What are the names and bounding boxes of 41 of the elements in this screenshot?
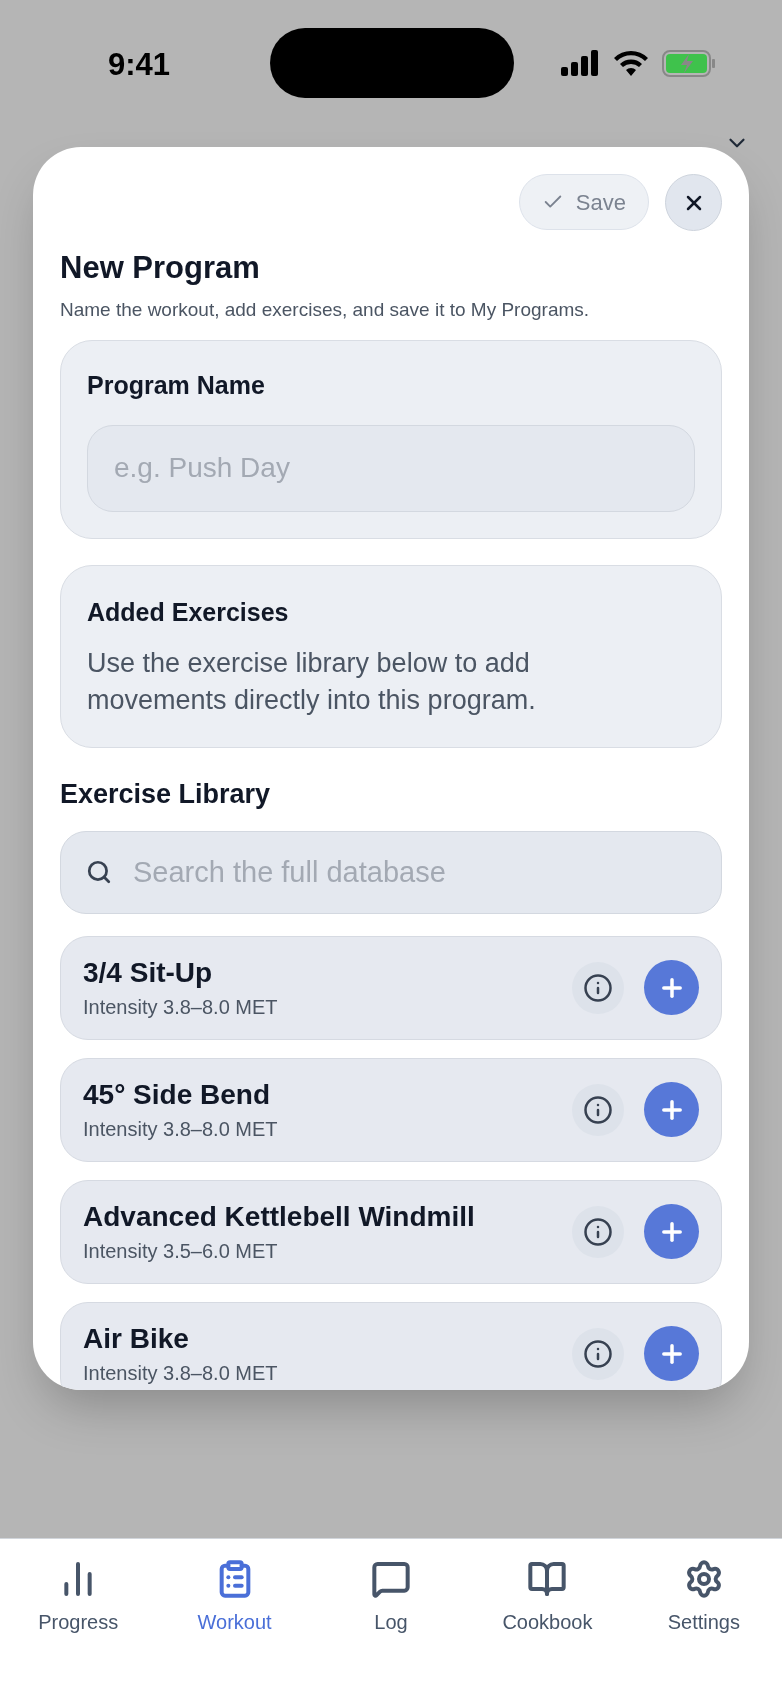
info-icon: [583, 1094, 613, 1125]
exercise-intensity: Intensity 3.8–8.0 MET: [83, 1360, 279, 1385]
added-exercises-title: Added Exercises: [87, 596, 290, 628]
exercise-row[interactable]: Air Bike Intensity 3.8–8.0 MET: [60, 1301, 722, 1390]
exercise-name: 45° Side Bend: [83, 1078, 272, 1111]
chat-bubble-icon: [371, 1559, 411, 1599]
tab-item[interactable]: Settings: [625, 1559, 782, 1649]
info-icon: [583, 1216, 613, 1247]
battery-icon: [662, 50, 716, 77]
add-button[interactable]: [644, 960, 699, 1015]
modal-subtitle: Name the workout, add exercises, and save it to My Programs.: [60, 297, 591, 322]
exercise-row[interactable]: 3/4 Sit-Up Intensity 3.8–8.0 MET: [60, 935, 722, 1040]
program-name-label: Program Name: [87, 370, 266, 401]
search-field[interactable]: Search the full database: [60, 830, 722, 914]
exercise-row[interactable]: 45° Side Bend Intensity 3.8–8.0 MET: [60, 1057, 722, 1162]
exercise-intensity: Intensity 3.8–8.0 MET: [83, 1116, 279, 1141]
book-icon: [527, 1559, 568, 1599]
exercise-intensity: Intensity 3.8–8.0 MET: [83, 994, 279, 1019]
library-title: Exercise Library: [60, 778, 272, 811]
added-exercises-hint: Use the exercise library below to add movements directly into this program.: [87, 647, 537, 717]
exercise-intensity: Intensity 3.5–6.0 MET: [83, 1238, 279, 1263]
wifi-icon: [614, 50, 648, 76]
exercise-name: 3/4 Sit-Up: [83, 956, 214, 989]
signal-icon: [561, 50, 599, 76]
exercise-name: Advanced Kettlebell Windmill: [83, 1200, 476, 1233]
tab-item[interactable]: Progress: [0, 1559, 157, 1649]
tab-item[interactable]: Log: [312, 1559, 470, 1649]
program-name-field[interactable]: e.g. Push Day: [87, 424, 695, 512]
status-time: 9:41: [108, 45, 171, 84]
add-button[interactable]: [644, 1082, 699, 1137]
search-icon: [86, 858, 112, 885]
close-button[interactable]: [665, 174, 722, 231]
exercise-row[interactable]: Advanced Kettlebell Windmill Intensity 3.5–6.0 MET: [60, 1179, 722, 1284]
info-icon: [583, 1338, 613, 1369]
exercise-name: Air Bike: [83, 1322, 190, 1355]
add-button[interactable]: [644, 1204, 699, 1259]
modal-title: New Program: [60, 249, 261, 287]
tab-item[interactable]: Cookbook: [469, 1559, 626, 1649]
tab-item[interactable]: Workout: [156, 1559, 313, 1649]
info-icon: [583, 972, 613, 1003]
add-button[interactable]: [644, 1326, 699, 1381]
